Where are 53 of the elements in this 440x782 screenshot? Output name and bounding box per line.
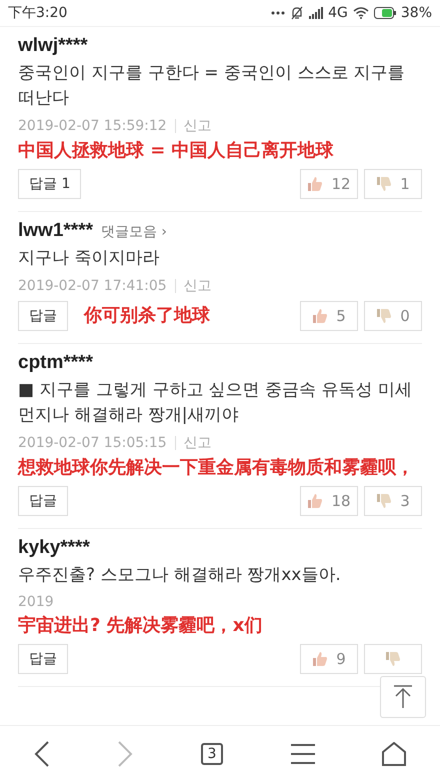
username: lww1**** — [18, 220, 93, 242]
thumbs-up-icon — [312, 651, 328, 667]
reply-button[interactable]: 답글 — [18, 486, 68, 516]
signal-icon — [309, 7, 324, 19]
report-link[interactable]: 신고 — [184, 277, 212, 295]
thumbs-up-icon — [307, 493, 324, 509]
username: cptm**** — [18, 352, 93, 374]
comment-text: 우주진출? 스모그나 해결해라 짱개xx들아. — [18, 564, 342, 587]
battery-icon — [374, 7, 396, 19]
translation-caption: 宇宙进出? 先解决雾霾吧，x们 — [18, 614, 264, 638]
translation-caption: 想救地球你先解决一下重金属有毒物质和雾霾呗， — [18, 456, 415, 480]
comment-date: 2019-02-07 15:05:15 — [18, 435, 167, 451]
scroll-to-top-button[interactable] — [380, 676, 426, 718]
report-link[interactable]: 신고 — [184, 117, 212, 135]
dislike-button[interactable]: 3 — [364, 486, 422, 516]
dislike-button[interactable]: 0 — [364, 301, 422, 331]
all-comments-link[interactable]: 댓글모음 › — [100, 223, 168, 241]
translation-caption: 中国人拯救地球 = 中国人自己离开地球 — [18, 139, 335, 163]
like-button[interactable]: 5 — [300, 301, 358, 331]
back-icon[interactable] — [34, 741, 50, 767]
thumbs-down-icon — [376, 493, 392, 509]
like-button[interactable]: 12 — [300, 169, 358, 199]
like-button[interactable]: 18 — [300, 486, 358, 516]
battery-percent: 38% — [400, 5, 432, 21]
thumbs-down-icon — [385, 651, 401, 667]
thumbs-up-icon — [312, 308, 328, 324]
thumbs-down-icon — [376, 176, 392, 192]
comment-text: ■ 지구를 그렇게 구하고 싶으면 중금속 유독성 미세먼지나 해결해라 짱개|새끼야 — [18, 379, 413, 427]
username: wlwj**** — [18, 35, 88, 57]
network-type: 4G — [328, 5, 348, 21]
reply-button[interactable]: 답글 1 — [18, 169, 82, 199]
dislike-button[interactable]: 1 — [364, 169, 422, 199]
clock: 下午3:20 — [8, 4, 68, 22]
comment-date: 2019-02-07 15:59:12 — [18, 118, 167, 134]
arrow-up-icon — [393, 685, 413, 709]
username: kyky**** — [18, 537, 90, 559]
reply-button[interactable]: 답글 — [18, 301, 68, 331]
more-icon — [271, 11, 286, 15]
wifi-icon — [352, 7, 369, 19]
comment-text: 중국인이 지구를 구한다 = 중국인이 스스로 지구를 떠난다 — [18, 62, 406, 110]
like-button[interactable]: 9 — [300, 644, 358, 674]
thumbs-down-icon — [376, 308, 392, 324]
tabs-button[interactable]: 3 — [200, 743, 223, 765]
comment-text: 지구나 죽이지마라 — [18, 247, 160, 270]
thumbs-up-icon — [307, 176, 324, 192]
home-icon[interactable] — [382, 742, 406, 766]
menu-icon[interactable] — [290, 744, 315, 764]
comment-date: 2019-02-07 17:41:05 — [18, 278, 167, 294]
report-link[interactable]: 신고 — [184, 434, 212, 452]
muted-bell-icon — [290, 6, 304, 20]
reply-button[interactable]: 답글 — [18, 644, 68, 674]
comment-date: 2019 — [18, 594, 54, 610]
translation-caption: 你可别杀了地球 — [84, 304, 210, 328]
